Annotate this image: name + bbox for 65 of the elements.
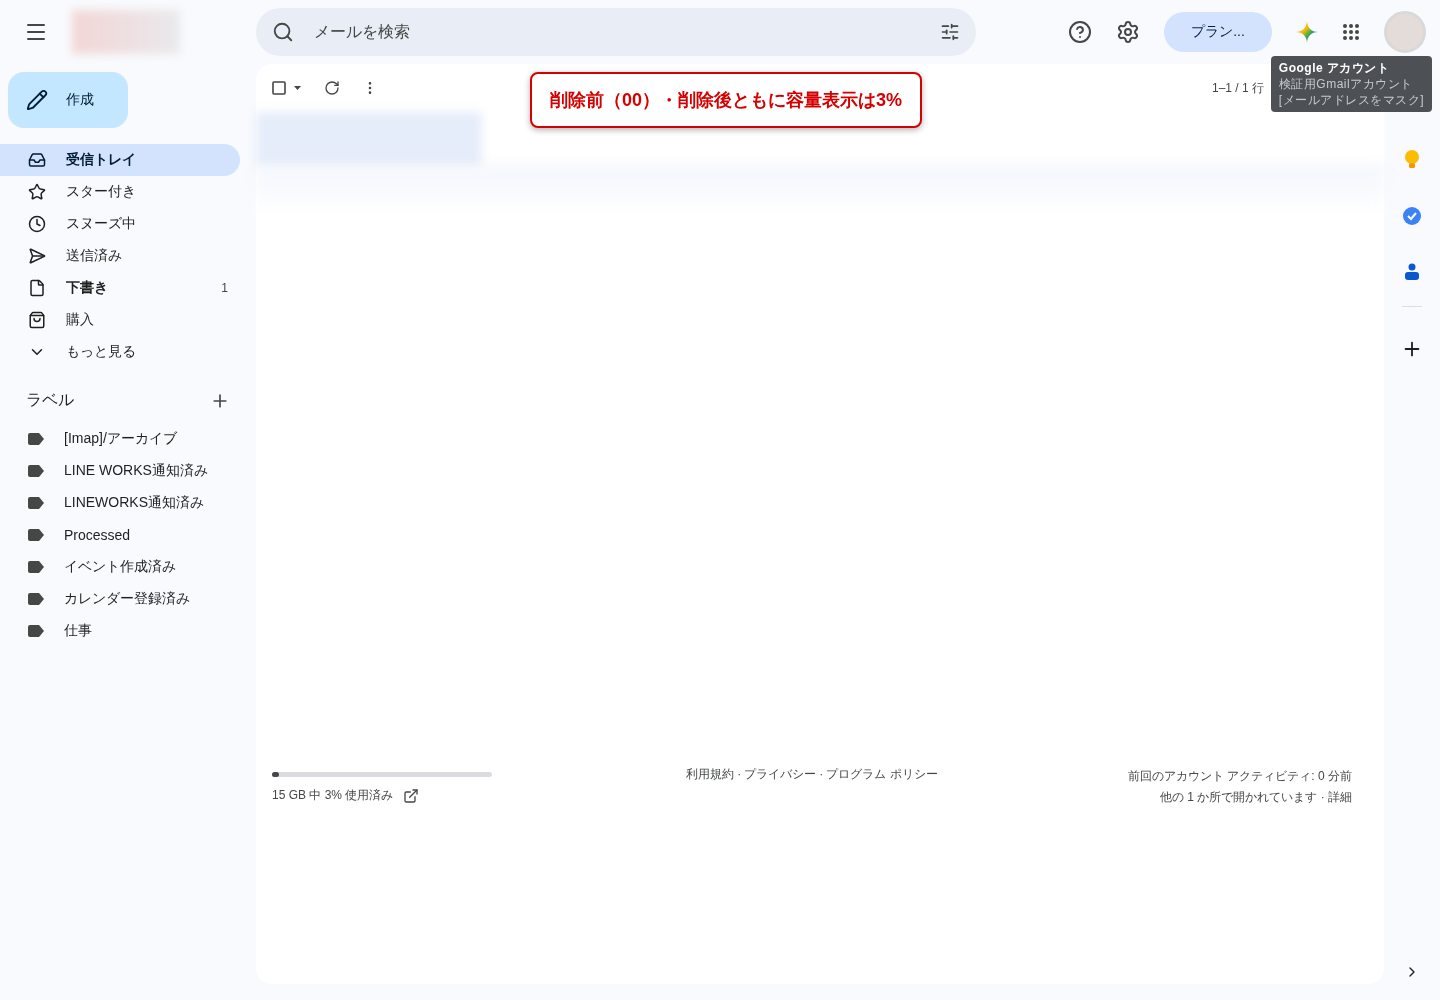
label-item[interactable]: 仕事 [64,622,92,640]
label-icon [28,529,44,541]
check-circle-icon[interactable] [1402,206,1422,226]
file-icon [28,279,46,297]
separator: · [818,767,825,781]
nav-item[interactable]: スター付き [0,176,240,208]
search-field[interactable]: メールを検索 [312,22,922,42]
label-item[interactable]: カレンダー登録済み [64,590,190,608]
nav-label: もっと見る [66,343,137,361]
nav-item[interactable]: 購入 [0,304,240,336]
sparkle-icon[interactable] [1296,21,1318,43]
label-item[interactable]: Processed [64,527,131,543]
footer-link[interactable]: プログラム ポリシー [826,767,938,781]
footer-link[interactable]: プライバシー [744,767,817,781]
search-bar[interactable]: メールを検索 [256,8,976,56]
activity-text: 前回のアカウント アクティビティ: 0 分前 [1127,768,1352,785]
star-icon [28,183,46,201]
nav-item[interactable]: 下書き 1 [0,272,240,304]
footer-link[interactable]: 利用規約 [686,767,735,781]
nav-item[interactable]: 送信済み [0,240,240,272]
nav-label: スヌーズ中 [66,215,137,233]
label-icon [28,433,44,445]
external-link-icon[interactable] [403,787,420,804]
nav-label: 下書き [66,279,109,297]
labels-heading: ラベル [26,390,74,410]
nav-label: スター付き [66,183,137,201]
tooltip-title: Google アカウント [1278,60,1391,76]
label-icon [28,625,44,637]
label-item[interactable]: [Imap]/アーカイブ [64,430,177,448]
plan-button[interactable]: プラン... [1164,12,1272,52]
tooltip-line: 検証用Gmailアカウント [1278,76,1414,92]
annotation-callout: 削除前（00）・削除後ともに容量表示は3% [530,72,923,128]
compose-button[interactable]: 作成 [8,72,128,128]
label-item[interactable]: LINEWORKS通知済み [64,494,204,512]
filter-icon[interactable] [940,22,960,42]
label-icon [28,497,44,509]
help-icon[interactable] [1068,20,1092,44]
nav-label: 購入 [66,311,95,329]
activity-text: 他の 1 か所で開かれています · 詳細 [1159,789,1352,806]
separator: · [736,767,743,781]
label-icon [28,593,44,605]
label-icon [28,465,44,477]
storage-text: 15 GB 中 3% 使用済み [272,787,394,804]
pagination-text: 1–1 / 1 行 [1211,79,1264,97]
label-item[interactable]: イベント作成済み [64,558,176,576]
settings-icon[interactable] [1116,20,1140,44]
label-icon [28,561,44,573]
label-item[interactable]: LINE WORKS通知済み [64,462,208,480]
apps-grid-icon[interactable] [1342,23,1360,41]
checkbox-icon[interactable] [272,81,302,95]
clock-icon [28,215,46,233]
send-icon [28,247,46,265]
person-icon[interactable] [1404,263,1420,281]
refresh-icon[interactable] [324,80,340,96]
nav-item[interactable]: スヌーズ中 [0,208,240,240]
nav-item[interactable]: もっと見る [0,336,240,368]
inbox-icon [28,151,46,169]
nav-item[interactable]: 受信トレイ [0,144,240,176]
pencil-icon [26,89,48,111]
nav-label: 受信トレイ [66,151,137,169]
shopping-bag-icon [28,311,46,329]
tooltip-line: [メールアドレスをマスク] [1278,92,1424,108]
search-icon [272,21,294,43]
nav-label: 送信済み [66,247,123,265]
unread-count: 1 [221,281,229,295]
